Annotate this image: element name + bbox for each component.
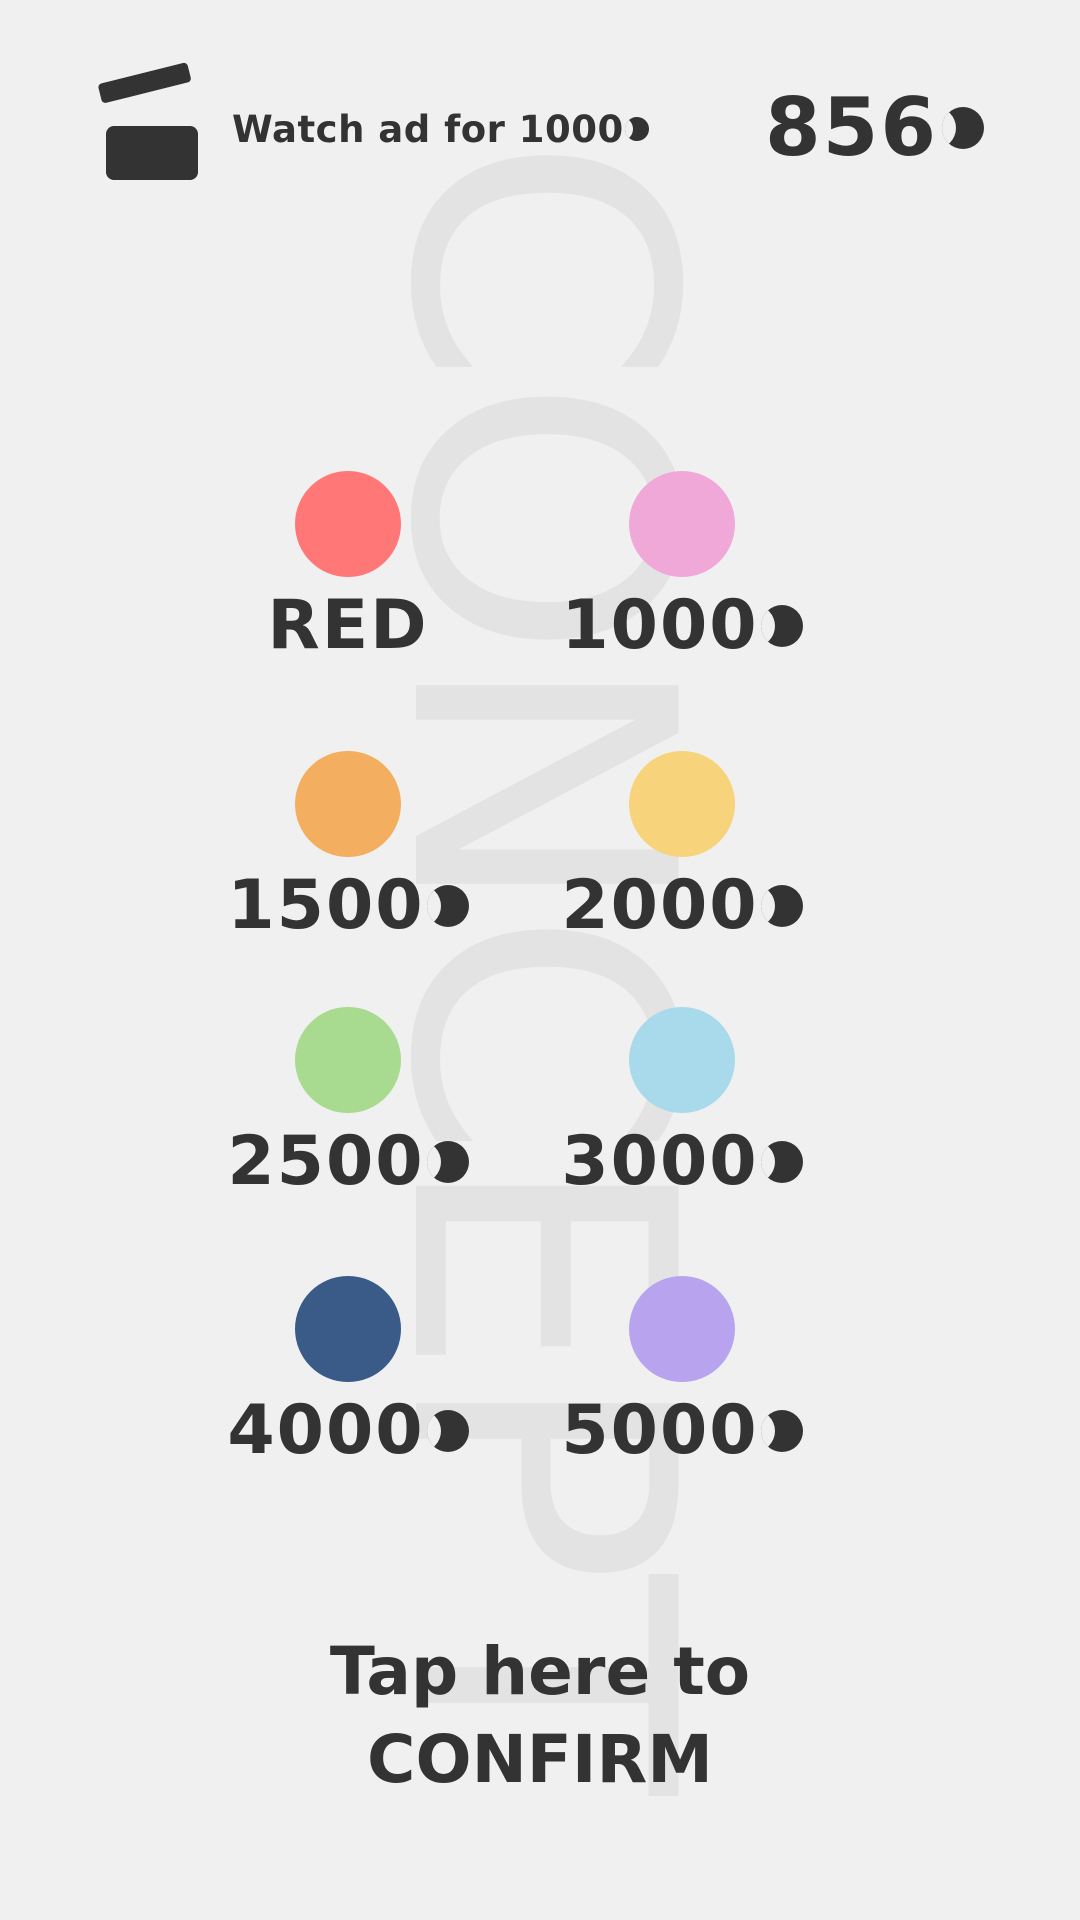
color-swatch [295,471,401,577]
confirm-line-1: Tap here to [329,1633,751,1710]
color-swatch [295,751,401,857]
watch-ad-label: Watch ad for 1000 [232,107,624,151]
color-option-light-blue[interactable]: 3000 [552,1007,812,1200]
coin-icon [760,1141,803,1184]
color-option-yellow[interactable]: 2000 [552,751,812,944]
price-label: 1000 [561,588,803,664]
coin-icon [942,107,984,149]
price-label: 4000 [227,1393,469,1469]
coin-icon [760,885,803,928]
confirm-line-2: CONFIRM [367,1721,713,1798]
background-watermark: CONCEPT [331,135,750,1785]
coin-icon [426,885,469,928]
price-label: 1500 [227,868,469,944]
coin-balance-value: 856 [765,81,938,174]
color-option-red[interactable]: RED [218,446,478,665]
price-label: 2000 [561,868,803,944]
coin-icon [624,117,649,141]
coin-icon [426,1141,469,1184]
color-option-label: RED [267,586,429,665]
color-option-green[interactable]: 2500 [218,1007,478,1200]
color-swatch [629,751,735,857]
color-option-navy[interactable]: 4000 [218,1276,478,1469]
color-swatch [295,1007,401,1113]
price-label: 2500 [227,1124,469,1200]
color-option-pink[interactable]: 1000 [552,471,812,664]
color-swatch [629,471,735,577]
price-label: 5000 [561,1393,803,1469]
coin-icon [760,605,803,648]
color-swatch [295,1276,401,1382]
coin-balance: 856 [765,88,984,168]
color-option-purple[interactable]: 5000 [552,1276,812,1469]
color-swatch [629,1276,735,1382]
coin-icon [760,1410,803,1453]
coin-icon [426,1410,469,1453]
color-swatch [629,1007,735,1113]
clapperboard-icon [96,62,198,184]
color-option-orange[interactable]: 1500 [218,751,478,944]
confirm-button[interactable]: Tap here to CONFIRM [0,1628,1080,1804]
watch-ad-button[interactable]: Watch ad for 1000 [96,62,649,184]
watch-ad-label-row: Watch ad for 1000 [232,108,649,151]
price-label: 3000 [561,1124,803,1200]
